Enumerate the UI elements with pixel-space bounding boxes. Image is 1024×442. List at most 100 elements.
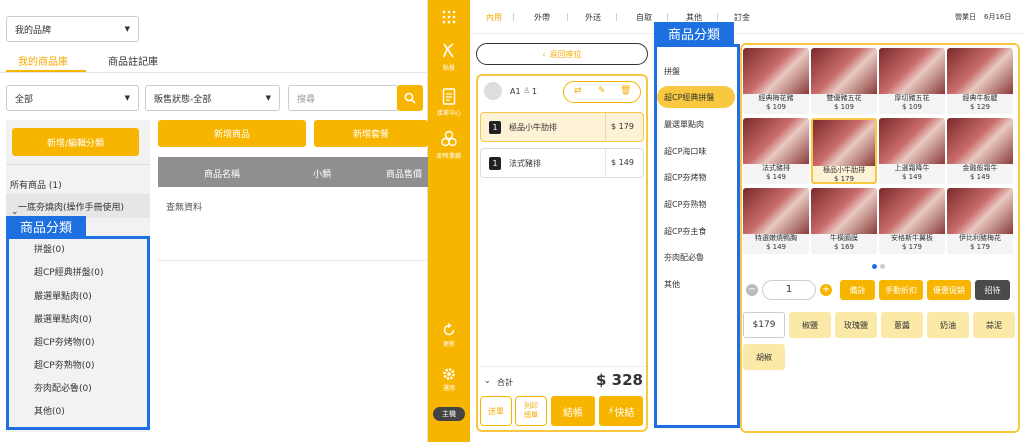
apps-grid-icon[interactable]	[442, 9, 456, 24]
sidebar-item-orders[interactable]: 接單中心	[428, 85, 470, 125]
product-grid: 經典梅花豬 $ 109 雙優豬五花 $ 109 厚切豬五花 $ 109 經典牛板腱 $ 129…	[743, 48, 1017, 256]
pos-category-item[interactable]: 拼盤	[664, 66, 680, 77]
tab-note-library[interactable]: 商品註記庫	[108, 53, 158, 68]
product-card[interactable]: 厚切豬五花 $ 109	[879, 48, 945, 114]
option-chip[interactable]: 奶油	[927, 312, 969, 338]
product-card[interactable]: 安格斯牛翼板 $ 179	[879, 188, 945, 254]
brand-select[interactable]: 我的品牌 ▼	[6, 16, 139, 42]
category-item[interactable]: 其他(0)	[34, 404, 65, 417]
product-price: $ 129	[969, 103, 991, 111]
category-item[interactable]: 夯肉配必魯(0)	[34, 381, 92, 394]
category-item[interactable]: 超CP經典拼盤(0)	[34, 265, 103, 278]
tab-pickup[interactable]: 自取	[636, 12, 652, 23]
tab-dine-in[interactable]: 內用	[486, 12, 502, 23]
tab-my-products[interactable]: 我的商品庫	[18, 53, 68, 68]
edit-icon[interactable]: ✎	[598, 86, 606, 96]
option-chip[interactable]: 胡椒	[743, 344, 785, 370]
filter-all-select[interactable]: 全部 ▼	[6, 85, 139, 111]
guest-count: 1	[532, 87, 538, 96]
item-qty: 1	[489, 157, 501, 170]
product-card[interactable]: 伊比利豬梅花 $ 179	[947, 188, 1013, 254]
print-order-button[interactable]: 列印 總單	[515, 396, 547, 426]
product-image	[947, 48, 1013, 94]
chevron-down-icon: ▼	[265, 94, 271, 102]
send-order-button[interactable]: 送單	[480, 396, 512, 426]
product-label: 上選霜降牛 $ 149	[879, 164, 945, 184]
pos-category-item[interactable]: 超CP海口味	[664, 146, 706, 157]
product-card[interactable]: 特選嫩燒鴨胸 $ 149	[743, 188, 809, 254]
product-card[interactable]: 上選霜降牛 $ 149	[879, 118, 945, 184]
promotion-button[interactable]: 優惠促銷	[927, 280, 971, 300]
product-card[interactable]: 經典梅花豬 $ 109	[743, 48, 809, 114]
status-select-value: 販售狀態-全部	[154, 94, 212, 105]
product-name: 經典梅花豬	[758, 94, 794, 102]
status-select[interactable]: 販售狀態-全部 ▼	[145, 85, 280, 111]
order-item[interactable]: 1 法式豬排 $ 149	[480, 148, 644, 178]
manual-discount-button[interactable]: 手動折扣	[879, 280, 923, 300]
product-card[interactable]: 牛橫膈膜 $ 169	[811, 188, 877, 254]
product-price: $ 109	[833, 103, 855, 111]
admin-panel: 我的品牌 ▼ 我的商品庫 商品註記庫 全部 ▼ 販售狀態-全部 ▼ 搜尋 新增/編輯分…	[0, 0, 428, 442]
option-chip[interactable]: 蒜泥	[973, 312, 1015, 338]
sidebar-item-sales[interactable]: 即時業績	[428, 128, 470, 168]
person-icon: ♙	[523, 86, 531, 95]
search-icon	[404, 92, 416, 104]
add-category-button[interactable]: 新增/編輯分類	[12, 128, 139, 156]
product-card[interactable]: 極品小牛肋排 $ 179	[811, 118, 877, 184]
table-header: 商品名稱 小類 商品售價	[158, 157, 428, 187]
product-card[interactable]: 雙優豬五花 $ 109	[811, 48, 877, 114]
item-name: 極品小牛肋排	[509, 123, 557, 132]
page-dot[interactable]	[880, 264, 885, 269]
business-date: 6月16日	[984, 13, 1012, 21]
tab-takeout[interactable]: 外帶	[534, 12, 550, 23]
search-button[interactable]	[397, 85, 423, 111]
option-chip[interactable]: 椒鹽	[789, 312, 831, 338]
plus-icon[interactable]: +	[820, 284, 832, 296]
tab-deposit[interactable]: 訂金	[734, 12, 750, 23]
minus-icon[interactable]: −	[746, 284, 758, 296]
order-item[interactable]: 1 極品小牛肋排 $ 179	[480, 112, 644, 142]
option-chip[interactable]: 玫瑰鹽	[835, 312, 877, 338]
search-input[interactable]: 搜尋	[288, 85, 398, 111]
product-card[interactable]: 金融般霜牛 $ 149	[947, 118, 1013, 184]
qty-stepper[interactable]: 1	[762, 280, 816, 300]
product-image	[947, 118, 1013, 164]
category-item[interactable]: 超CP夯烤物(0)	[34, 335, 94, 348]
complimentary-button[interactable]: 招待	[975, 280, 1010, 300]
sidebar-item-refresh[interactable]: 更新	[428, 320, 470, 354]
pos-category-item[interactable]: 嚴選單點肉	[664, 119, 704, 130]
note-button[interactable]: 備註	[840, 280, 875, 300]
back-to-seat-button[interactable]: ‹ 返回座位	[476, 43, 648, 65]
category-item[interactable]: 拼盤(0)	[34, 242, 65, 255]
add-set-button[interactable]: 新增套餐	[314, 120, 428, 147]
back-label: 返回座位	[549, 49, 582, 59]
host-badge[interactable]: 主機	[433, 407, 465, 421]
pos-category-item[interactable]: 其他	[664, 279, 680, 290]
add-product-button[interactable]: 新增商品	[158, 120, 306, 147]
category-item[interactable]: 超CP夯熟物(0)	[34, 358, 94, 371]
pos-category-item[interactable]: 超CP夯主食	[664, 226, 706, 237]
pos-category-item[interactable]: 夯肉配必魯	[664, 252, 704, 263]
pos-category-item[interactable]: 超CP夯烤物	[664, 172, 706, 183]
page-dot-active[interactable]	[872, 264, 877, 269]
trash-icon[interactable]: 🗑	[620, 86, 631, 96]
category-item[interactable]: 嚴選單點肉(0)	[34, 289, 92, 302]
product-card[interactable]: 法式豬排 $ 149	[743, 118, 809, 184]
pos-category-item[interactable]: 超CP夯熟物	[664, 199, 706, 210]
category-item[interactable]: 嚴選單點肉(0)	[34, 312, 92, 325]
split-icon[interactable]: ⇄	[574, 86, 582, 96]
all-products-item[interactable]: 所有商品 (1)	[10, 178, 62, 191]
checkout-button[interactable]: 結帳	[551, 396, 595, 426]
sidebar-item-order[interactable]: 點餐	[428, 40, 470, 80]
divider	[605, 149, 606, 177]
quick-checkout-button[interactable]: ⚡ 快結	[599, 396, 643, 426]
pos-category-label: 超CP經典拼盤	[664, 93, 715, 102]
product-card[interactable]: 經典牛板腱 $ 129	[947, 48, 1013, 114]
tab-delivery[interactable]: 外送	[585, 12, 601, 23]
chevron-down-icon[interactable]: ⌄	[484, 376, 491, 385]
divider	[6, 164, 150, 165]
product-image	[879, 48, 945, 94]
sidebar-item-settings[interactable]: 選用	[428, 364, 470, 398]
option-chip[interactable]: 蔥醬	[881, 312, 923, 338]
price-chip[interactable]: $179	[743, 312, 785, 338]
